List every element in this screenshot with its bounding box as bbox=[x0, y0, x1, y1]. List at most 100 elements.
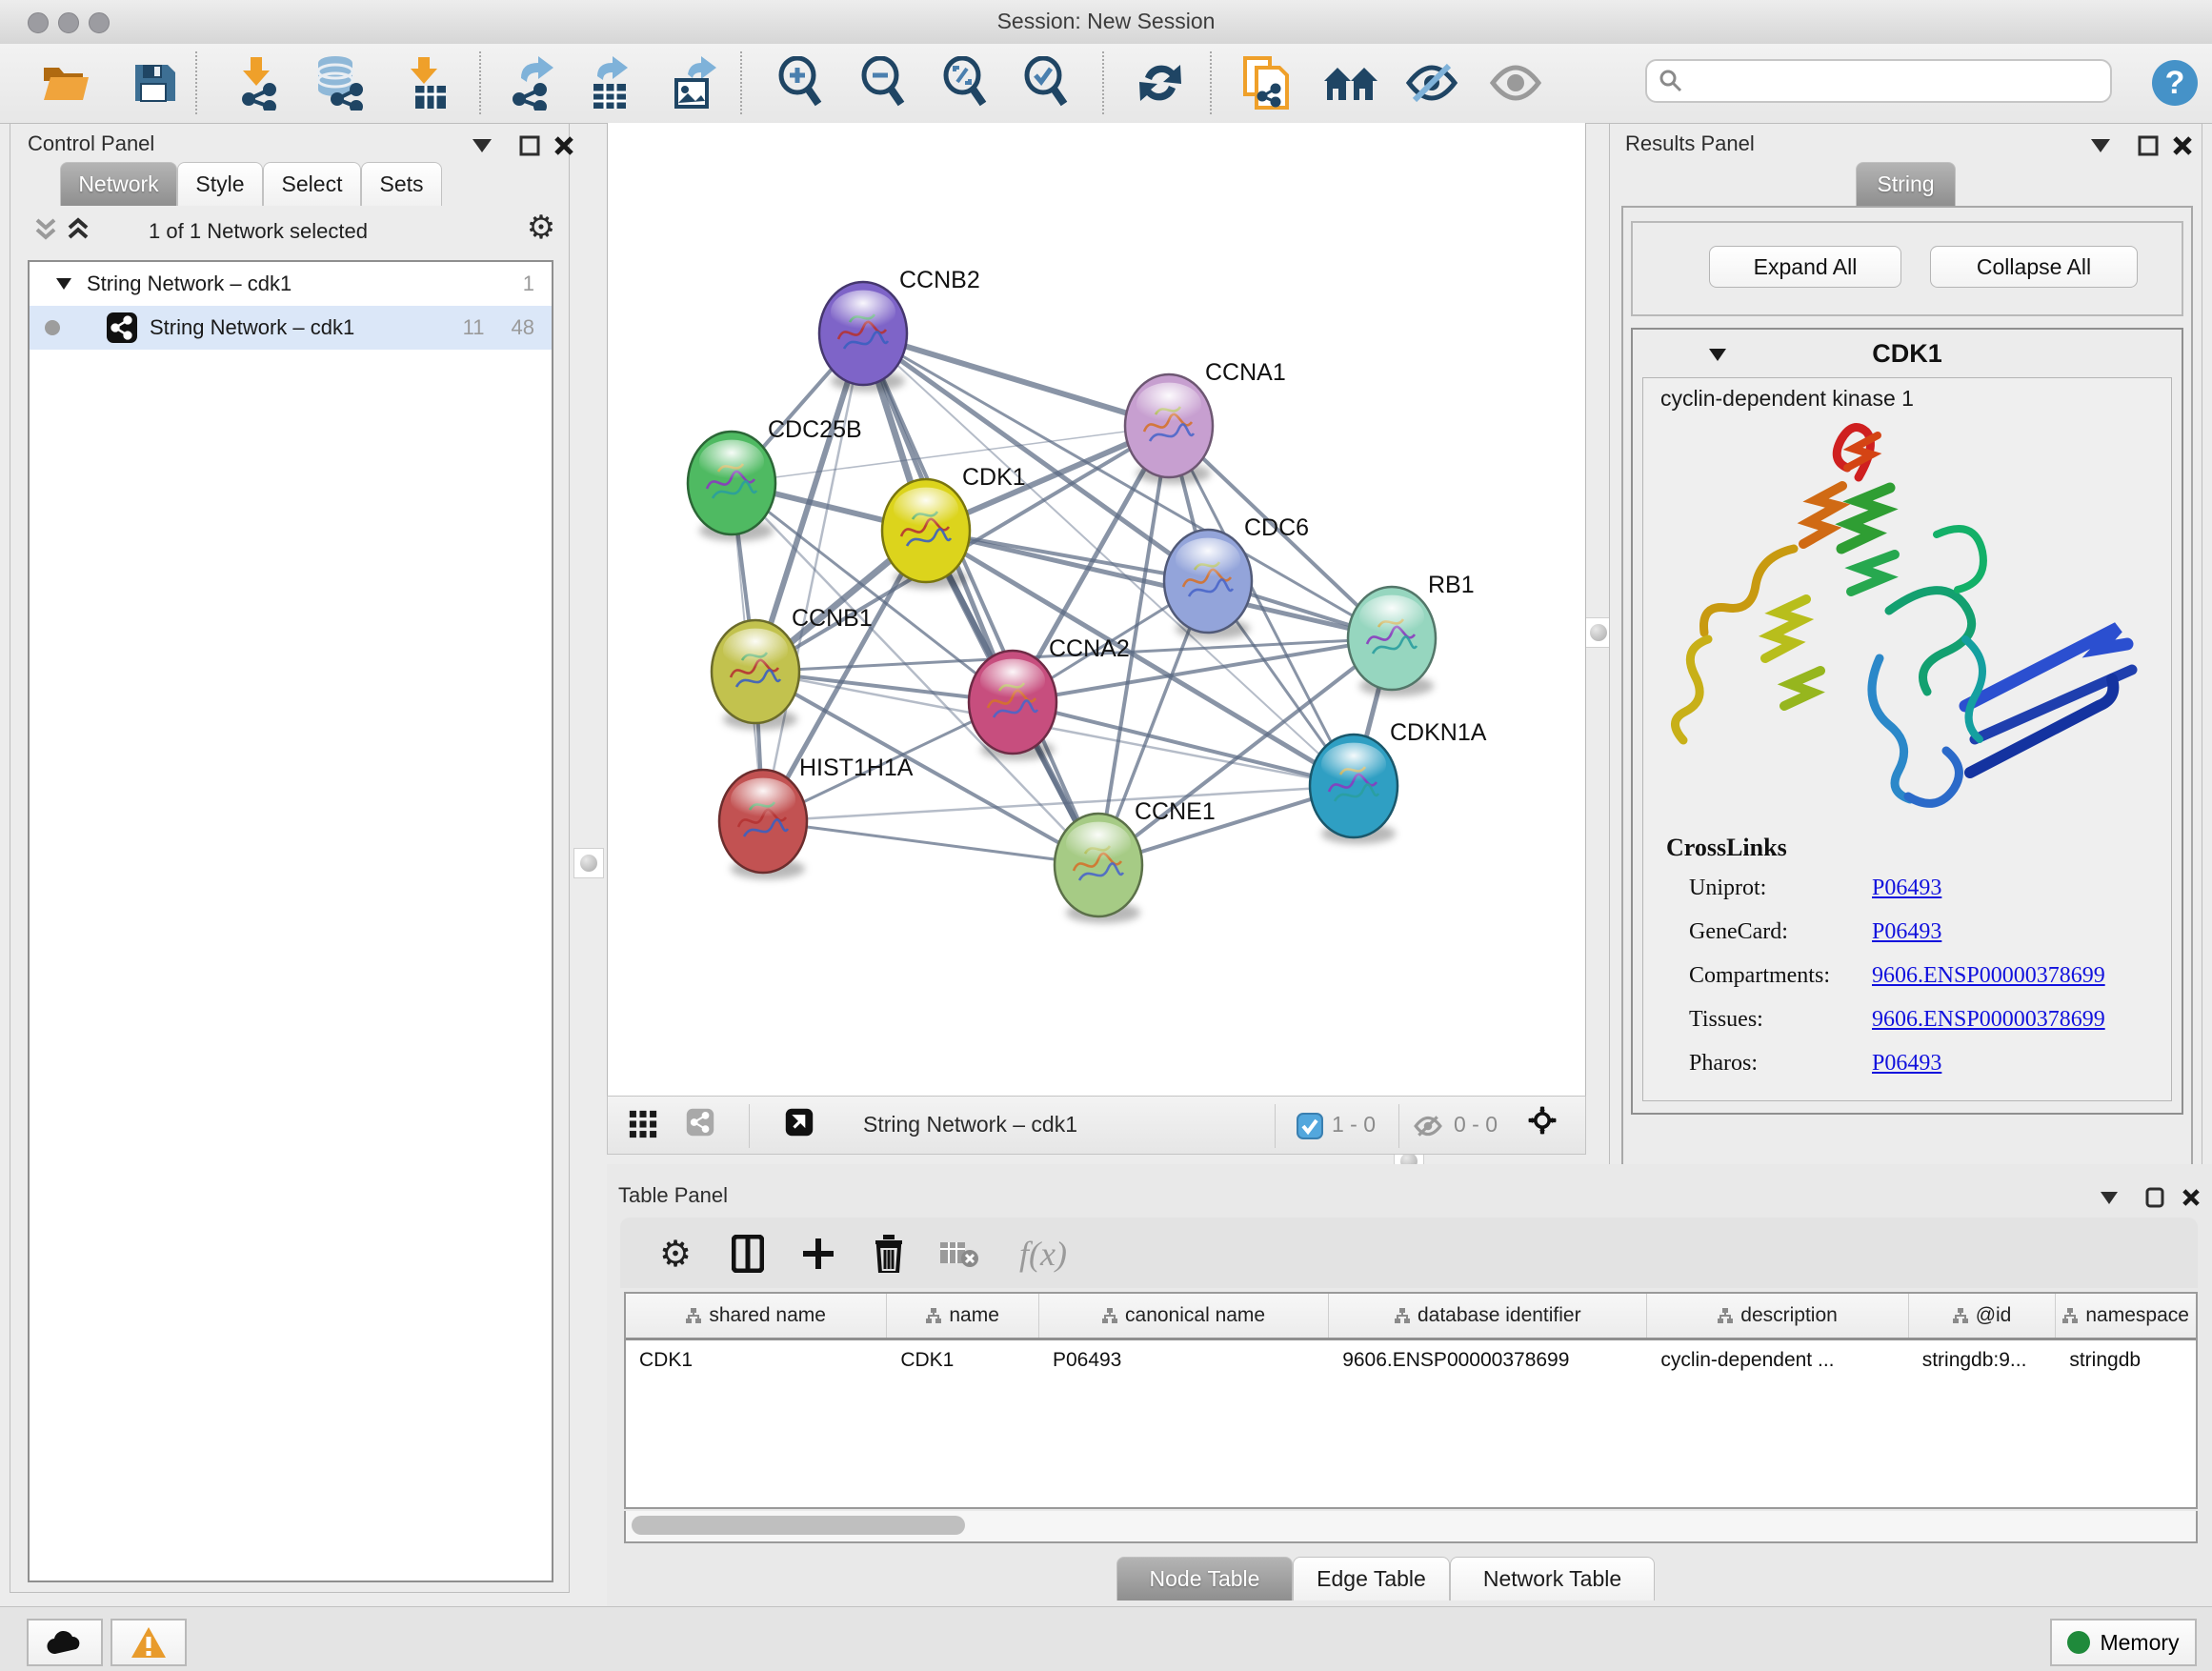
panel-menu-icon[interactable] bbox=[2095, 1183, 2123, 1212]
network-edge[interactable] bbox=[763, 333, 863, 821]
apply-preferred-layout-icon[interactable] bbox=[1131, 53, 1190, 112]
node-label: CDC6 bbox=[1244, 514, 1309, 541]
tab-style[interactable]: Style bbox=[177, 162, 263, 206]
panel-menu-icon[interactable] bbox=[468, 131, 496, 160]
scrollbar-thumb[interactable] bbox=[632, 1516, 965, 1535]
birds-eye-view-icon[interactable] bbox=[785, 1108, 814, 1137]
network-node-CCNE1[interactable] bbox=[1055, 814, 1142, 923]
network-node-RB1[interactable] bbox=[1348, 587, 1436, 696]
column-header[interactable]: @id bbox=[1909, 1294, 2057, 1338]
import-network-icon[interactable] bbox=[227, 53, 286, 112]
network-row-selected[interactable]: String Network – cdk1 11 48 bbox=[30, 306, 552, 350]
network-node-count: 11 bbox=[463, 315, 485, 340]
float-panel-icon[interactable] bbox=[515, 131, 544, 160]
import-network-from-database-icon[interactable] bbox=[311, 53, 370, 112]
zoom-out-icon[interactable] bbox=[855, 53, 914, 112]
crosslink-pharos-link[interactable]: P06493 bbox=[1872, 1051, 1941, 1077]
export-table-icon[interactable] bbox=[579, 53, 638, 112]
function-builder-icon[interactable]: f(x) bbox=[1005, 1229, 1081, 1278]
show-all-eye-icon[interactable] bbox=[1486, 53, 1545, 112]
hidden-eye-icon[interactable] bbox=[1414, 1112, 1442, 1140]
zoom-selected-icon[interactable] bbox=[1017, 53, 1076, 112]
selected-checkbox-icon[interactable] bbox=[1296, 1112, 1324, 1140]
tab-network[interactable]: Network bbox=[60, 162, 177, 206]
zoom-in-icon[interactable] bbox=[772, 53, 831, 112]
network-node-CDC25B[interactable] bbox=[688, 432, 775, 541]
crosslink-compartments-link[interactable]: 9606.ENSP00000378699 bbox=[1872, 963, 2105, 989]
network-node-CDK1[interactable] bbox=[882, 479, 970, 589]
warnings-button[interactable] bbox=[111, 1619, 187, 1666]
search-input[interactable] bbox=[1683, 68, 2087, 94]
column-header[interactable]: name bbox=[887, 1294, 1039, 1338]
network-node-CDKN1A[interactable] bbox=[1310, 735, 1398, 844]
memory-status-dot bbox=[2067, 1631, 2090, 1654]
table-row[interactable]: CDK1 CDK1 P06493 9606.ENSP00000378699 cy… bbox=[626, 1340, 2196, 1380]
save-session-icon[interactable] bbox=[124, 53, 183, 112]
table-settings-gear-icon[interactable]: ⚙ bbox=[651, 1229, 700, 1278]
show-columns-icon[interactable] bbox=[723, 1229, 773, 1278]
float-panel-icon[interactable] bbox=[2134, 131, 2162, 160]
clear-table-icon[interactable] bbox=[935, 1229, 984, 1278]
close-panel-icon[interactable] bbox=[2177, 1183, 2205, 1212]
control-panel: Control Panel Network Style Select Sets … bbox=[10, 123, 570, 1593]
tab-node-table[interactable]: Node Table bbox=[1116, 1557, 1293, 1601]
column-header[interactable]: description bbox=[1647, 1294, 1908, 1338]
create-column-plus-icon[interactable] bbox=[794, 1229, 843, 1278]
crosslink-tissues-link[interactable]: 9606.ENSP00000378699 bbox=[1872, 1007, 2105, 1033]
collapse-all-button[interactable]: Collapse All bbox=[1930, 246, 2138, 288]
open-session-icon[interactable] bbox=[36, 53, 95, 112]
results-panel-title: Results Panel bbox=[1625, 131, 1755, 156]
network-node-HIST1H1A[interactable] bbox=[719, 770, 807, 879]
tab-string-results[interactable]: String bbox=[1856, 162, 1956, 206]
horizontal-scrollbar[interactable] bbox=[624, 1511, 2198, 1543]
cloud-button[interactable] bbox=[27, 1619, 103, 1666]
toolbar-separator bbox=[479, 51, 481, 114]
column-header[interactable]: canonical name bbox=[1039, 1294, 1329, 1338]
gene-detail-box: cyclin-dependent kinase 1 bbox=[1642, 377, 2172, 1101]
delete-column-trash-icon[interactable] bbox=[864, 1229, 914, 1278]
memory-button[interactable]: Memory bbox=[2050, 1619, 2197, 1666]
expand-all-button[interactable]: Expand All bbox=[1709, 246, 1901, 288]
tab-network-table[interactable]: Network Table bbox=[1450, 1557, 1655, 1601]
close-panel-icon[interactable] bbox=[2168, 131, 2197, 160]
tab-select[interactable]: Select bbox=[263, 162, 361, 206]
float-panel-icon[interactable] bbox=[2141, 1183, 2169, 1212]
grid-view-icon[interactable] bbox=[629, 1110, 657, 1138]
close-panel-icon[interactable] bbox=[550, 131, 578, 160]
network-node-CCNB2[interactable] bbox=[819, 282, 907, 392]
network-collection-row[interactable]: String Network – cdk1 1 bbox=[30, 262, 552, 306]
tab-edge-table[interactable]: Edge Table bbox=[1293, 1557, 1450, 1601]
network-canvas[interactable]: CCNB2CCNA1CDC25BCDK1CDC6RB1CCNB1CCNA2CDK… bbox=[608, 123, 1585, 1094]
panel-menu-icon[interactable] bbox=[2086, 131, 2115, 160]
window-title: Session: New Session bbox=[0, 9, 2212, 34]
application-window: Session: New Session bbox=[0, 0, 2212, 1671]
crosslink-genecard-link[interactable]: P06493 bbox=[1872, 919, 1941, 945]
network-edge[interactable] bbox=[863, 333, 1098, 865]
tab-sets[interactable]: Sets bbox=[361, 162, 442, 206]
column-header[interactable]: shared name bbox=[626, 1294, 887, 1338]
column-header[interactable]: database identifier bbox=[1329, 1294, 1647, 1338]
collection-expander-icon bbox=[56, 278, 71, 290]
crosslink-uniprot-link[interactable]: P06493 bbox=[1872, 876, 1941, 901]
hide-selected-eye-icon[interactable] bbox=[1402, 53, 1461, 112]
search-box[interactable] bbox=[1645, 59, 2112, 103]
copy-network-icon[interactable] bbox=[1237, 53, 1296, 112]
fit-content-crosshair-icon[interactable] bbox=[1528, 1106, 1557, 1135]
network-overview-icon[interactable] bbox=[686, 1108, 714, 1137]
help-icon[interactable]: ? bbox=[2145, 53, 2204, 112]
zoom-fit-icon[interactable] bbox=[936, 53, 995, 112]
toolbar-separator bbox=[1102, 51, 1104, 114]
node-label: CCNA2 bbox=[1049, 635, 1130, 662]
network-edge[interactable] bbox=[763, 821, 1098, 865]
network-node-CCNB1[interactable] bbox=[712, 620, 799, 730]
first-neighbors-icon[interactable] bbox=[1321, 53, 1380, 112]
network-options-gear-icon[interactable]: ⚙ bbox=[527, 213, 555, 242]
export-image-icon[interactable] bbox=[664, 53, 723, 112]
export-network-icon[interactable] bbox=[503, 53, 562, 112]
import-table-icon[interactable] bbox=[396, 53, 455, 112]
network-node-CCNA1[interactable] bbox=[1125, 374, 1213, 484]
gene-section: CDK1 cyclin-dependent kinase 1 bbox=[1631, 328, 2183, 1115]
network-edge[interactable] bbox=[863, 333, 1169, 426]
column-header[interactable]: namespace bbox=[2056, 1294, 2196, 1338]
splitter-handle[interactable] bbox=[573, 848, 604, 878]
